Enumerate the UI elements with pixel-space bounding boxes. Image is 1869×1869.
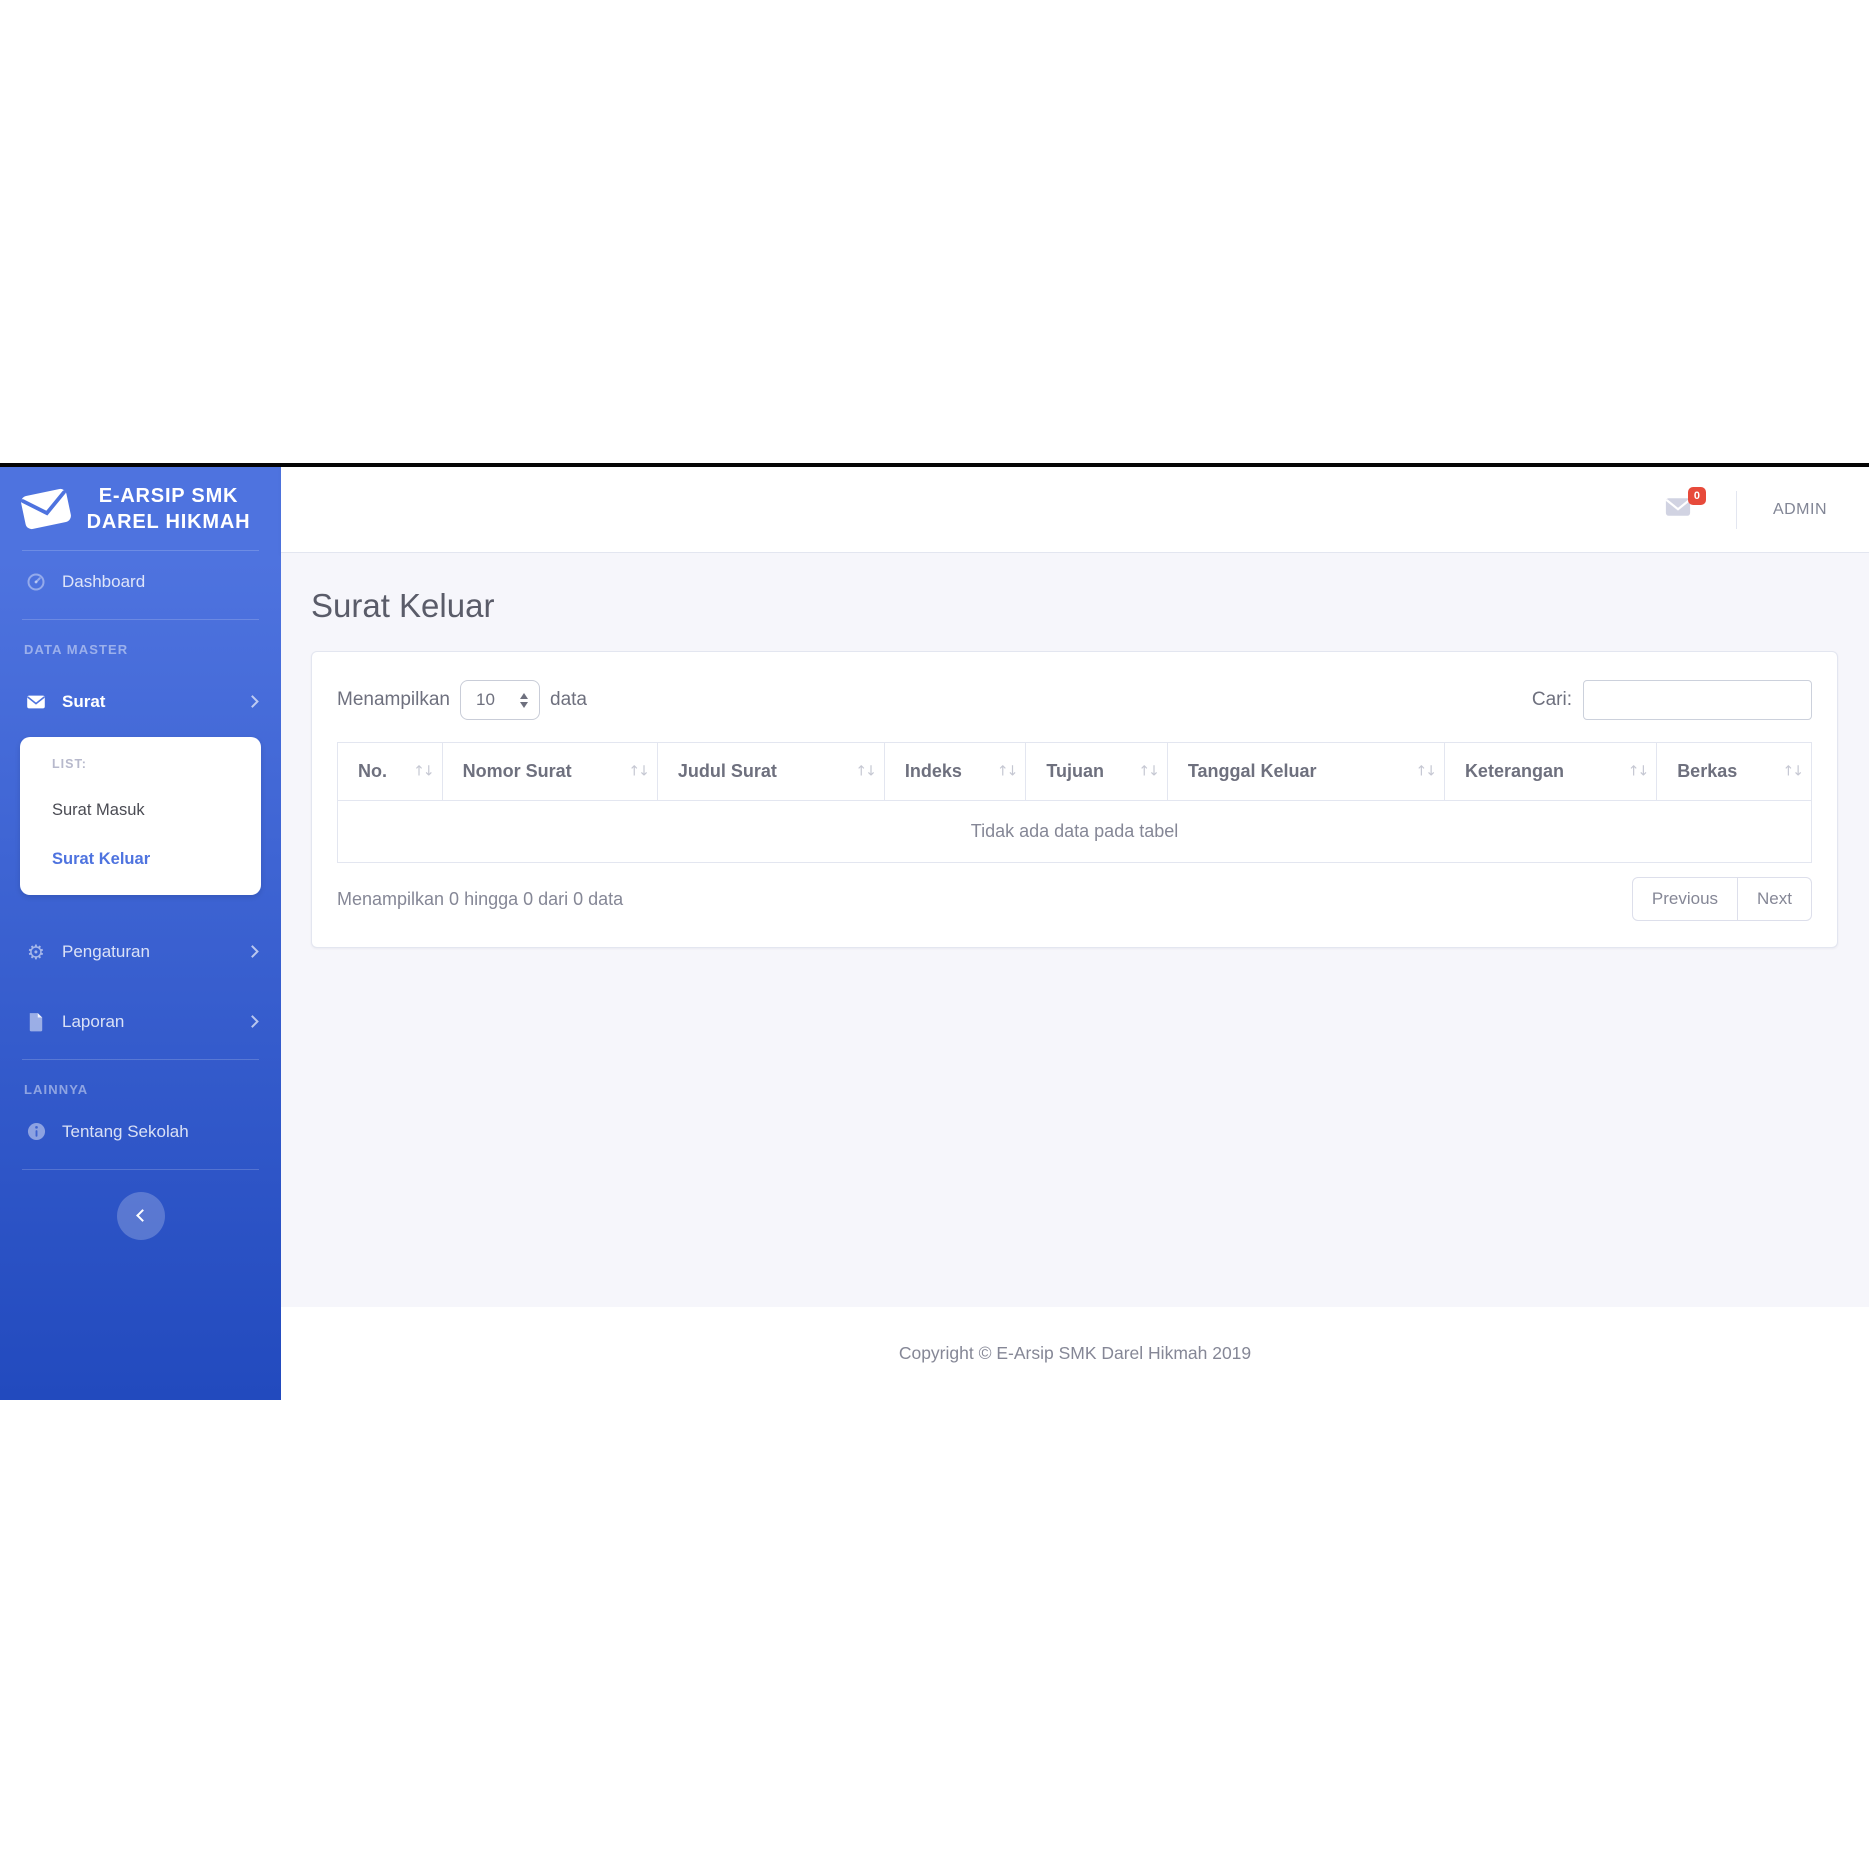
datatable-card: Menampilkan 10 data Cari: No. ↑↓ Nomor S… xyxy=(311,651,1838,948)
sort-icon: ↑↓ xyxy=(1627,763,1650,780)
sidebar-item-surat[interactable]: Surat xyxy=(0,679,281,725)
sidebar-item-tentang-sekolah[interactable]: Tentang Sekolah xyxy=(0,1109,281,1155)
page-length-value: 10 xyxy=(476,690,495,709)
column-header-indeks[interactable]: Indeks ↑↓ xyxy=(883,742,1027,801)
brand-title: E-ARSIP SMK DAREL HIKMAH xyxy=(86,485,251,534)
content: Surat Keluar Menampilkan 10 data Cari: N… xyxy=(281,553,1869,1307)
page: E-ARSIP SMK DAREL HIKMAH Dashboard DATA … xyxy=(0,0,1869,1869)
user-menu[interactable]: ADMIN xyxy=(1773,501,1827,519)
table-header-row: No. ↑↓ Nomor Surat ↑↓ Judul Surat ↑↓ Indeks… xyxy=(337,742,1812,801)
search-label: Cari: xyxy=(1531,689,1572,710)
chevron-right-icon xyxy=(246,1015,259,1029)
sort-icon: ↑↓ xyxy=(1782,763,1805,780)
envelope-icon xyxy=(24,694,48,710)
column-header-berkas[interactable]: Berkas ↑↓ xyxy=(1656,742,1812,801)
sidebar-item-dashboard[interactable]: Dashboard xyxy=(0,559,281,605)
empty-row: Tidak ada data pada tabel xyxy=(337,800,1812,863)
search-control: Cari: xyxy=(1532,680,1812,720)
sort-icon: ↑↓ xyxy=(855,763,877,780)
length-control: Menampilkan 10 data xyxy=(337,680,587,720)
pagination: Previous Next xyxy=(1631,877,1812,921)
surat-keluar-table: No. ↑↓ Nomor Surat ↑↓ Judul Surat ↑↓ Indeks… xyxy=(337,742,1812,863)
sidebar-item-pengaturan[interactable]: ⚙ Pengaturan xyxy=(0,929,281,975)
sidebar-item-label: Dashboard xyxy=(62,571,146,591)
sidebar-divider xyxy=(22,1168,259,1170)
sidebar-item-label: Surat xyxy=(62,691,106,711)
select-arrows-icon xyxy=(520,692,528,708)
chevron-right-icon xyxy=(246,695,259,709)
empty-message: Tidak ada data pada tabel xyxy=(337,800,1812,863)
column-header-tujuan[interactable]: Tujuan ↑↓ xyxy=(1025,742,1168,801)
app-window: E-ARSIP SMK DAREL HIKMAH Dashboard DATA … xyxy=(0,463,1869,1400)
next-page-button[interactable]: Next xyxy=(1738,877,1812,921)
user-name: ADMIN xyxy=(1772,500,1827,518)
column-header-no[interactable]: No. ↑↓ xyxy=(337,742,443,801)
sort-icon: ↑↓ xyxy=(1138,763,1160,780)
table-controls: Menampilkan 10 data Cari: xyxy=(337,680,1812,720)
info-circle-icon xyxy=(24,1122,48,1141)
footer: Copyright © E-Arsip SMK Darel Hikmah 201… xyxy=(281,1307,1869,1400)
surat-submenu: LIST: Surat Masuk Surat Keluar xyxy=(20,736,261,895)
sidebar-item-laporan[interactable]: Laporan xyxy=(0,999,281,1045)
main-area: 0 ADMIN Surat Keluar Menampilkan 10 data… xyxy=(281,467,1869,1400)
table-footer: Menampilkan 0 hingga 0 dari 0 data Previ… xyxy=(337,877,1812,921)
sort-icon: ↑↓ xyxy=(1415,763,1437,780)
sidebar-section-lainnya: LAINNYA xyxy=(24,1081,89,1097)
page-length-select[interactable]: 10 xyxy=(460,680,540,720)
previous-page-button[interactable]: Previous xyxy=(1631,877,1739,921)
length-label-after: data xyxy=(550,689,587,710)
sidebar-section-data-master: DATA MASTER xyxy=(24,641,129,657)
unread-badge: 0 xyxy=(1687,487,1706,506)
page-title: Surat Keluar xyxy=(311,587,495,624)
sidebar-toggle-wrap xyxy=(0,1191,281,1240)
column-header-nomor-surat[interactable]: Nomor Surat ↑↓ xyxy=(441,742,658,801)
table-info: Menampilkan 0 hingga 0 dari 0 data xyxy=(337,888,624,909)
copyright-text: Copyright © E-Arsip SMK Darel Hikmah 201… xyxy=(898,1343,1252,1363)
sidebar: E-ARSIP SMK DAREL HIKMAH Dashboard DATA … xyxy=(0,467,281,1400)
topbar: 0 ADMIN xyxy=(281,467,1869,553)
submenu-item-surat-keluar[interactable]: Surat Keluar xyxy=(20,850,261,869)
sidebar-item-label: Laporan xyxy=(62,1011,125,1031)
sort-icon: ↑↓ xyxy=(413,763,435,780)
length-label-before: Menampilkan xyxy=(337,689,450,710)
sidebar-divider xyxy=(22,549,259,551)
sidebar-item-label: Tentang Sekolah xyxy=(62,1121,189,1141)
brand-envelope-icon xyxy=(14,481,78,538)
sidebar-collapse-button[interactable] xyxy=(116,1191,165,1240)
chevron-left-icon xyxy=(136,1209,149,1223)
submenu-item-surat-masuk[interactable]: Surat Masuk xyxy=(20,801,261,820)
sidebar-item-label: Pengaturan xyxy=(62,941,150,961)
sort-icon: ↑↓ xyxy=(996,763,1019,780)
sort-icon: ↑↓ xyxy=(628,763,650,780)
submenu-heading: LIST: xyxy=(52,756,87,771)
chevron-right-icon xyxy=(246,945,259,959)
column-header-keterangan[interactable]: Keterangan ↑↓ xyxy=(1443,742,1658,801)
search-input[interactable] xyxy=(1583,680,1812,720)
messages-dropdown[interactable]: 0 xyxy=(1664,487,1706,523)
column-header-tanggal-keluar[interactable]: Tanggal Keluar ↑↓ xyxy=(1166,742,1445,801)
topbar-divider xyxy=(1735,490,1737,529)
column-header-judul-surat[interactable]: Judul Surat ↑↓ xyxy=(656,742,885,801)
speedometer-icon xyxy=(24,572,48,592)
sidebar-brand[interactable]: E-ARSIP SMK DAREL HIKMAH xyxy=(0,467,281,536)
gear-icon: ⚙ xyxy=(27,939,45,964)
file-icon xyxy=(24,1012,48,1032)
